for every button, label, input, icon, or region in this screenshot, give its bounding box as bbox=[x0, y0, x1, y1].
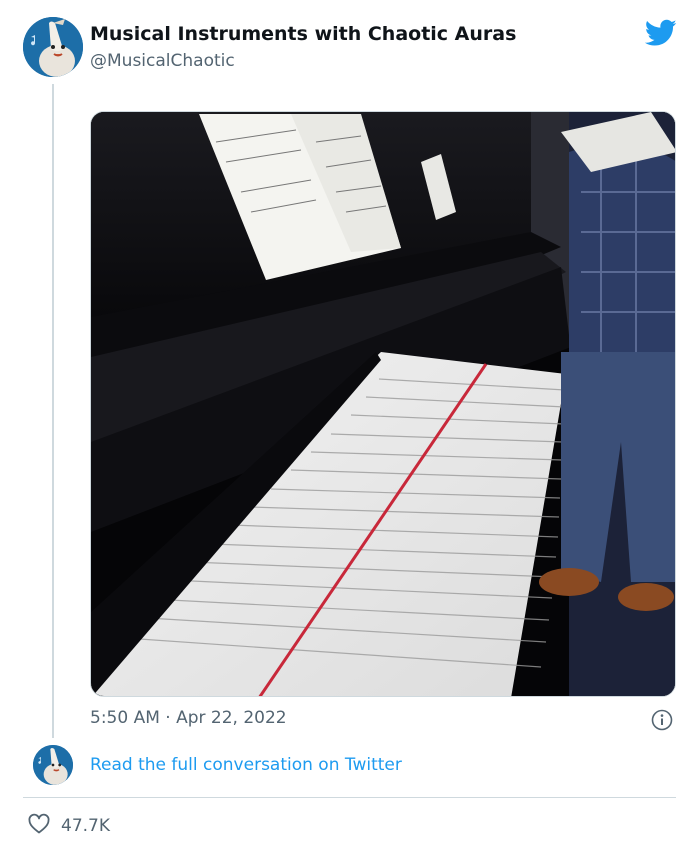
author-avatar[interactable] bbox=[23, 17, 83, 77]
author-name[interactable]: Musical Instruments with Chaotic Auras bbox=[90, 23, 516, 45]
tweet-timestamp[interactable]: 5:50 AM · Apr 22, 2022 bbox=[90, 708, 287, 728]
tweet-media-photo[interactable] bbox=[90, 111, 676, 697]
info-icon[interactable] bbox=[651, 709, 673, 731]
like-count: 47.7K bbox=[61, 816, 110, 836]
thread-line bbox=[52, 84, 54, 738]
heart-icon bbox=[27, 812, 51, 840]
reply-avatar[interactable] bbox=[33, 745, 73, 785]
read-full-conversation-link[interactable]: Read the full conversation on Twitter bbox=[90, 755, 402, 775]
author-handle[interactable]: @MusicalChaotic bbox=[90, 51, 235, 71]
tweet-card: Musical Instruments with Chaotic Auras @… bbox=[0, 0, 700, 851]
like-button[interactable]: 47.7K bbox=[27, 812, 110, 840]
divider bbox=[23, 797, 676, 798]
twitter-bird-icon[interactable] bbox=[644, 19, 677, 47]
